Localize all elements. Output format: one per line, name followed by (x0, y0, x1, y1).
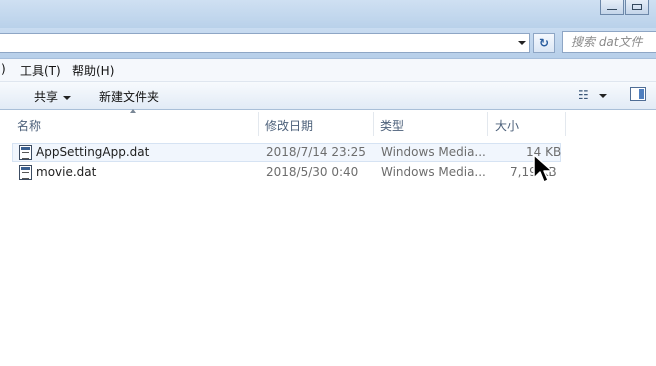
chevron-down-icon (63, 95, 72, 100)
dat-file-icon (19, 145, 32, 160)
column-divider[interactable] (258, 112, 259, 136)
minimize-icon (607, 9, 617, 11)
new-folder-button[interactable]: 新建文件夹 (99, 88, 159, 105)
view-options-button[interactable]: ☷ (578, 88, 607, 102)
preview-pane-icon[interactable] (630, 87, 646, 101)
maximize-button[interactable] (625, 0, 649, 15)
minimize-button[interactable] (600, 0, 624, 15)
view-options-icon: ☷ (578, 88, 589, 102)
column-header-type[interactable]: 类型 (380, 117, 404, 134)
menu-item-tools[interactable]: 工具(T) (20, 62, 61, 79)
sort-ascending-icon (130, 109, 136, 113)
column-header-name[interactable]: 名称 (17, 117, 41, 134)
search-input[interactable]: 搜索 dat文件 (562, 31, 656, 53)
column-header-size[interactable]: 大小 (495, 117, 519, 134)
file-name[interactable]: movie.dat (36, 165, 96, 179)
address-input[interactable] (0, 33, 530, 53)
share-button[interactable]: 共享 (34, 88, 72, 105)
column-divider[interactable] (373, 112, 374, 136)
file-type: Windows Media... (381, 165, 486, 179)
file-modified: 2018/7/14 23:25 (266, 145, 366, 159)
column-divider[interactable] (487, 112, 488, 136)
refresh-icon[interactable]: ↻ (533, 33, 555, 53)
window-title-bar (0, 0, 656, 28)
column-header-modified[interactable]: 修改日期 (265, 117, 313, 134)
file-modified: 2018/5/30 0:40 (266, 165, 359, 179)
address-history-dropdown[interactable] (514, 33, 530, 53)
mouse-pointer-icon (533, 154, 553, 183)
maximize-icon (632, 4, 642, 10)
dat-file-icon (19, 165, 32, 180)
menu-item-partial[interactable]: ) (1, 62, 6, 76)
column-divider[interactable] (565, 112, 566, 136)
chevron-down-icon (598, 93, 607, 98)
menu-item-help[interactable]: 帮助(H) (72, 62, 114, 79)
share-label: 共享 (34, 90, 59, 104)
file-type: Windows Media... (381, 145, 486, 159)
file-name[interactable]: AppSettingApp.dat (36, 145, 149, 159)
